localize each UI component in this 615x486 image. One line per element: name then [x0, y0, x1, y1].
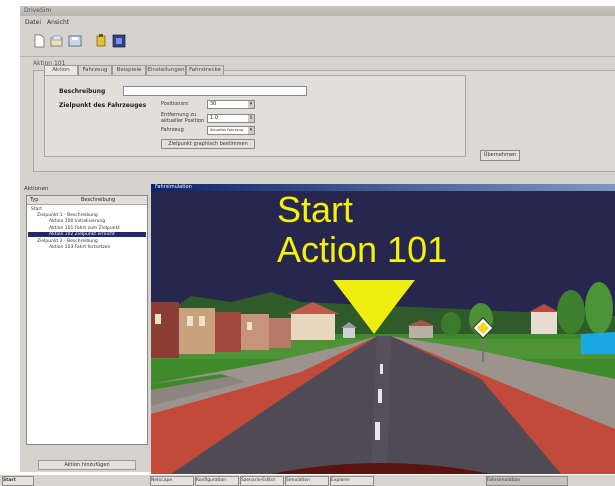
add-action-button[interactable]: Aktion hinzufügen [38, 460, 136, 470]
fahrzeug-value: Aktuelles Fahrzeug [210, 128, 244, 132]
overlay-start-text: Start [277, 189, 354, 230]
beschreibung-input[interactable] [123, 86, 307, 96]
menu-ansicht[interactable]: Ansicht [47, 19, 69, 26]
tree-item-selected[interactable]: Aktion 102 Zielpunkt erreicht [49, 232, 115, 237]
overlay-action-text: Action 101 [277, 229, 448, 270]
help-icon[interactable] [112, 33, 126, 49]
tab-fahrstrecke[interactable]: Fahrstrecke [186, 65, 224, 75]
open-icon[interactable] [50, 33, 64, 49]
view-title-bar: Fahrsimulation [151, 184, 615, 191]
menu-datei[interactable]: Datei [25, 19, 41, 26]
tree-item[interactable]: Aktion 103 Fahrt fortsetzen [49, 245, 110, 250]
simulation-view[interactable]: Fahrsimulation Start Action 101 [151, 184, 615, 474]
fahrzeug-select[interactable]: Aktuelles Fahrzeug ▾ [207, 126, 255, 135]
tree-item[interactable]: Zielpunkt 2 - Beschreibung [37, 239, 98, 244]
beschreibung-label: Beschreibung [59, 88, 106, 95]
entfernung-label: Entfernung zu aktueller Position [161, 112, 205, 124]
menu-bar: Datei Ansicht [20, 18, 615, 27]
spinner-icon[interactable]: ⇕ [248, 115, 254, 122]
chevron-down-icon[interactable]: ▾ [248, 101, 254, 108]
new-file-icon[interactable] [32, 33, 46, 49]
toolbar [32, 31, 162, 53]
tree-item[interactable]: Aktion 100 Initialisierung [49, 219, 105, 224]
column-beschreibung[interactable]: Beschreibung [81, 197, 115, 203]
tab-beispiele[interactable]: Beispiele [112, 65, 146, 75]
position-label: Positionsnr. [161, 101, 190, 107]
action-form: Beschreibung Zielpunkt des Fahrzeuges Po… [44, 75, 466, 157]
properties-icon[interactable] [94, 33, 108, 49]
fahrzeug-label: Fahrzeug [161, 127, 184, 133]
actions-panel: Aktionen Typ Beschreibung Start Zielpunk… [20, 184, 150, 470]
title-bar: DriveSim [20, 6, 615, 16]
view-title: Fahrsimulation [155, 184, 192, 190]
position-select[interactable]: 30 ▾ [207, 100, 255, 109]
zielpunkt-label: Zielpunkt des Fahrzeuges [59, 102, 147, 109]
tree-item[interactable]: Start [31, 207, 42, 212]
entfernung-value: 1.0 [210, 115, 218, 121]
tab-einstellungen[interactable]: Einstellungen [146, 65, 186, 75]
3d-scene [151, 184, 615, 474]
tree-item[interactable]: Zielpunkt 1 - Beschreibung [37, 213, 98, 218]
tab-aktion[interactable]: Aktion [44, 65, 78, 75]
position-value: 30 [210, 101, 217, 107]
zielpunkt-bestimmen-button[interactable]: Zielpunkt graphisch bestimmen [161, 139, 255, 149]
apply-button[interactable]: Übernehmen [480, 150, 520, 161]
chevron-down-icon[interactable]: ▾ [248, 127, 254, 134]
action-tree: Typ Beschreibung Start Zielpunkt 1 - Bes… [26, 195, 148, 445]
tree-item[interactable]: Aktion 101 Fahrt zum Zielpunkt [49, 226, 120, 231]
save-icon[interactable] [68, 33, 82, 49]
app-title: DriveSim [24, 7, 52, 14]
toolbar-separator [20, 56, 615, 57]
tab-fahrzeug[interactable]: Fahrzeug [78, 65, 112, 75]
entfernung-stepper[interactable]: 1.0 ⇕ [207, 114, 255, 123]
column-typ[interactable]: Typ [30, 197, 38, 203]
tree-header: Typ Beschreibung [27, 196, 147, 205]
taskbar: Start Netscape Konfiguration Szenario-Ed… [0, 474, 615, 486]
actions-panel-title: Aktionen [24, 186, 49, 192]
